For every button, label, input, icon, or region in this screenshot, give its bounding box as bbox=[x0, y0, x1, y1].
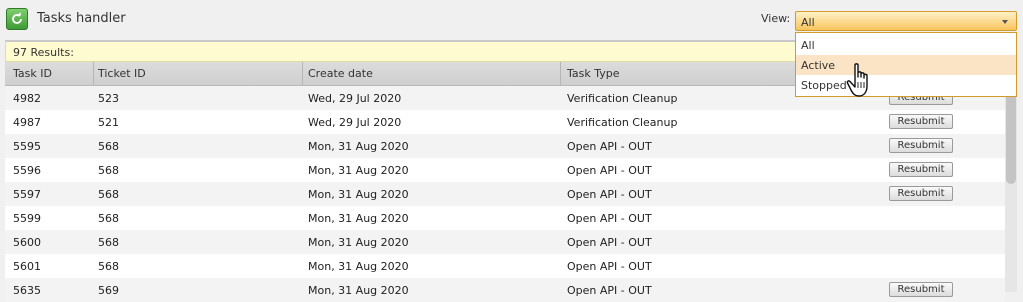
column-divider bbox=[93, 62, 94, 85]
column-divider bbox=[302, 62, 303, 85]
cell-task-type: Verification Cleanup bbox=[567, 92, 678, 105]
table-row[interactable]: 5600 568 Mon, 31 Aug 2020 Open API - OUT bbox=[5, 230, 1005, 254]
cell-ticket-id: 569 bbox=[98, 284, 119, 297]
cell-task-id: 5596 bbox=[13, 164, 41, 177]
cell-task-type: Open API - OUT bbox=[567, 140, 652, 153]
cell-task-id: 4987 bbox=[13, 116, 41, 129]
page-title: Tasks handler bbox=[37, 11, 126, 26]
cell-create-date: Wed, 29 Jul 2020 bbox=[308, 116, 402, 129]
column-header-ticket-id[interactable]: Ticket ID bbox=[98, 67, 146, 80]
column-header-task-type[interactable]: Task Type bbox=[567, 67, 620, 80]
cell-task-type: Open API - OUT bbox=[567, 212, 652, 225]
cell-task-id: 5635 bbox=[13, 284, 41, 297]
cell-task-id: 5601 bbox=[13, 260, 41, 273]
cell-task-type: Verification Cleanup bbox=[567, 116, 678, 129]
cell-task-id: 5597 bbox=[13, 188, 41, 201]
cell-task-type: Open API - OUT bbox=[567, 188, 652, 201]
cell-create-date: Mon, 31 Aug 2020 bbox=[308, 188, 409, 201]
cell-task-type: Open API - OUT bbox=[567, 260, 652, 273]
column-header-task-id[interactable]: Task ID bbox=[13, 67, 52, 80]
resubmit-button[interactable]: Resubmit bbox=[889, 186, 953, 201]
table-row[interactable]: 5599 568 Mon, 31 Aug 2020 Open API - OUT bbox=[5, 206, 1005, 230]
column-header-create-date[interactable]: Create date bbox=[308, 67, 373, 80]
cell-create-date: Mon, 31 Aug 2020 bbox=[308, 164, 409, 177]
table-row[interactable]: 5595 568 Mon, 31 Aug 2020 Open API - OUT Res… bbox=[5, 134, 1005, 158]
cell-ticket-id: 568 bbox=[98, 260, 119, 273]
resubmit-button[interactable]: Resubmit bbox=[889, 138, 953, 153]
cell-create-date: Mon, 31 Aug 2020 bbox=[308, 236, 409, 249]
view-dropdown-menu: All Active Stopped bbox=[795, 32, 1017, 97]
cell-task-id: 5600 bbox=[13, 236, 41, 249]
cell-ticket-id: 521 bbox=[98, 116, 119, 129]
cell-create-date: Mon, 31 Aug 2020 bbox=[308, 140, 409, 153]
cell-create-date: Wed, 29 Jul 2020 bbox=[308, 92, 402, 105]
view-option-label: Active bbox=[801, 59, 836, 72]
cell-task-id: 5599 bbox=[13, 212, 41, 225]
resubmit-button[interactable]: Resubmit bbox=[889, 282, 953, 297]
cell-ticket-id: 523 bbox=[98, 92, 119, 105]
cell-ticket-id: 568 bbox=[98, 212, 119, 225]
resubmit-button[interactable]: Resubmit bbox=[889, 162, 953, 177]
table-row[interactable]: 5597 568 Mon, 31 Aug 2020 Open API - OUT Res… bbox=[5, 182, 1005, 206]
cell-task-type: Open API - OUT bbox=[567, 284, 652, 297]
refresh-button[interactable] bbox=[6, 8, 28, 30]
table-row[interactable]: 5601 568 Mon, 31 Aug 2020 Open API - OUT bbox=[5, 254, 1005, 278]
cell-ticket-id: 568 bbox=[98, 236, 119, 249]
chevron-down-icon bbox=[1002, 20, 1008, 24]
table-body: 4982 523 Wed, 29 Jul 2020 Verification Clea… bbox=[5, 86, 1005, 302]
view-option-active[interactable]: Active bbox=[796, 55, 1016, 75]
cell-ticket-id: 568 bbox=[98, 140, 119, 153]
view-option-label: Stopped bbox=[801, 79, 847, 92]
resubmit-button[interactable]: Resubmit bbox=[889, 114, 953, 129]
column-divider bbox=[560, 62, 561, 85]
view-option-stopped[interactable]: Stopped bbox=[796, 75, 1016, 95]
hand-pointer-icon bbox=[846, 63, 868, 97]
cell-ticket-id: 568 bbox=[98, 164, 119, 177]
view-label: View: bbox=[761, 12, 791, 25]
cell-create-date: Mon, 31 Aug 2020 bbox=[308, 212, 409, 225]
view-select-value: All bbox=[801, 16, 815, 29]
view-select[interactable]: All bbox=[795, 11, 1017, 31]
cell-task-type: Open API - OUT bbox=[567, 236, 652, 249]
cell-task-type: Open API - OUT bbox=[567, 164, 652, 177]
table-row[interactable]: 5635 569 Mon, 31 Aug 2020 Open API - OUT Res… bbox=[5, 278, 1005, 302]
view-option-label: All bbox=[801, 39, 815, 52]
table-row[interactable]: 5596 568 Mon, 31 Aug 2020 Open API - OUT Res… bbox=[5, 158, 1005, 182]
cell-create-date: Mon, 31 Aug 2020 bbox=[308, 284, 409, 297]
refresh-icon bbox=[12, 12, 22, 24]
scrollbar-thumb[interactable] bbox=[1006, 88, 1016, 184]
cell-task-id: 5595 bbox=[13, 140, 41, 153]
view-option-all[interactable]: All bbox=[796, 35, 1016, 55]
results-count: 97 Results: bbox=[13, 46, 74, 59]
table-row[interactable]: 4987 521 Wed, 29 Jul 2020 Verification Clea… bbox=[5, 110, 1005, 134]
cell-create-date: Mon, 31 Aug 2020 bbox=[308, 260, 409, 273]
cell-task-id: 4982 bbox=[13, 92, 41, 105]
cell-ticket-id: 568 bbox=[98, 188, 119, 201]
